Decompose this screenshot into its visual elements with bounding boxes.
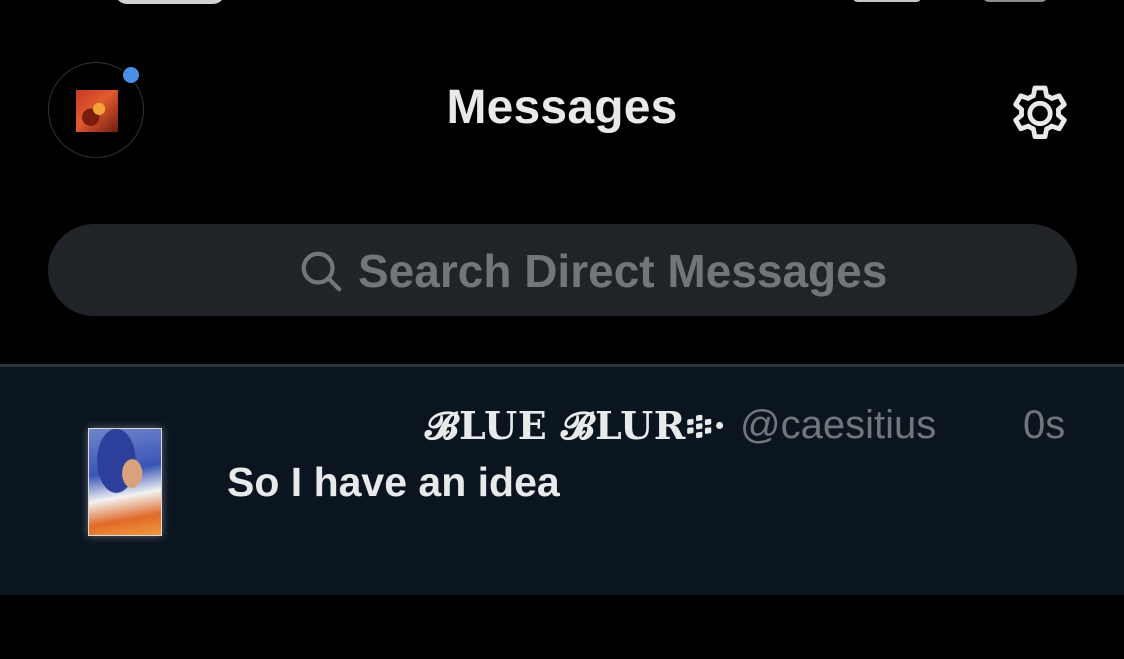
settings-button[interactable] [1004, 76, 1076, 148]
search-input[interactable]: Search Direct Messages [48, 224, 1077, 316]
page-title: Messages [446, 81, 678, 134]
battery-icon [982, 0, 1048, 2]
conversation-timestamp: 0s [1023, 403, 1066, 447]
conversation-display-name: 𝓑LUE 𝓑LUR፨· [425, 403, 727, 448]
messages-header: Messages [0, 28, 1124, 178]
status-bar-time [115, 0, 225, 4]
signal-icon [852, 0, 922, 2]
conversation-avatar[interactable] [88, 428, 162, 536]
gear-icon [1004, 85, 1076, 152]
conversation-handle: @caesitius [740, 403, 937, 447]
conversation-preview: So I have an idea [227, 459, 560, 505]
search-placeholder: Search Direct Messages [358, 245, 888, 297]
status-bar [0, 0, 1124, 10]
search-icon [298, 248, 344, 294]
conversation-row[interactable]: 𝓑LUE 𝓑LUR፨· @caesitius 0s So I have an i… [0, 367, 1124, 595]
